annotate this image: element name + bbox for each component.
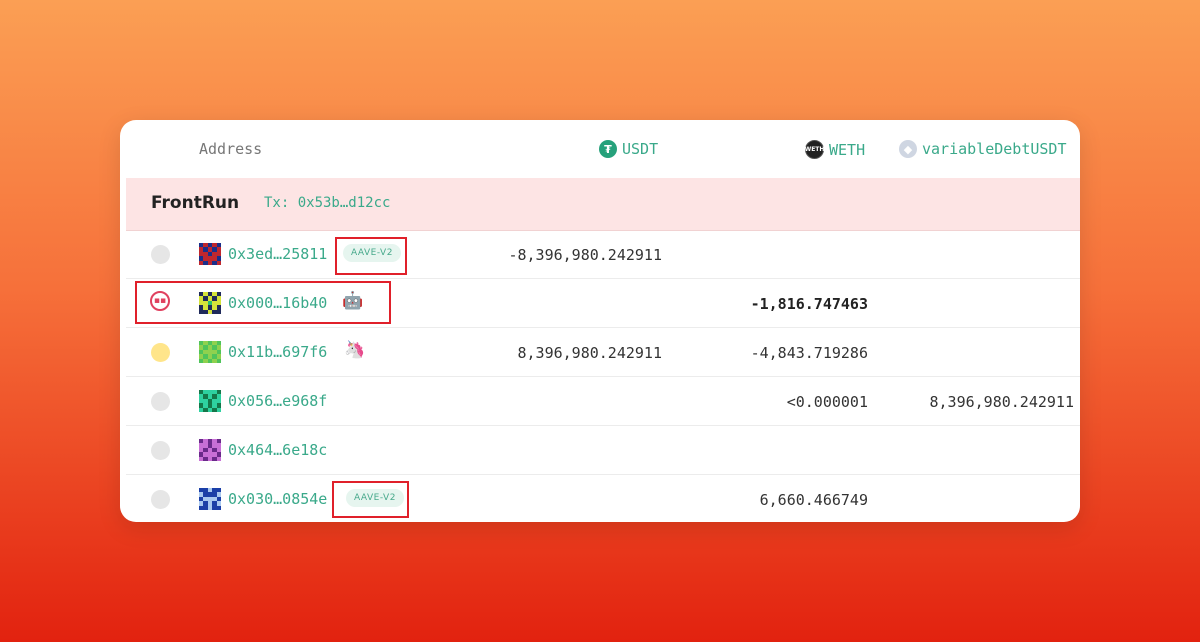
avatar — [199, 488, 221, 510]
unicorn-icon: 🦄 — [344, 340, 366, 360]
table-row: 0x464…6e18c — [126, 426, 1080, 475]
robot-icon: 🤖 — [342, 291, 364, 311]
address-link[interactable]: 0x11b…697f6 — [228, 343, 327, 361]
usdt-value: 8,396,980.242911 — [517, 344, 663, 362]
address-label-dot — [151, 392, 170, 411]
table-row: 0x056…e968f <0.000001 8,396,980.242911 — [126, 377, 1080, 426]
protocol-tag: AAVE-V2 — [343, 244, 401, 262]
group-title: FrontRun — [151, 193, 240, 213]
address-label-dot — [151, 245, 170, 264]
variable-debt-usdt-value: 8,396,980.242911 — [929, 393, 1075, 411]
bot-face-icon: ▪▪ — [150, 291, 170, 311]
weth-value: 6,660.466749 — [759, 491, 868, 509]
weth-value: -4,843.719286 — [750, 344, 868, 362]
weth-value: <0.000001 — [786, 393, 868, 411]
avatar — [199, 390, 221, 412]
table-row: 0x3ed…25811 AAVE-V2 -8,396,980.242911 — [126, 230, 1080, 279]
avatar — [199, 292, 221, 314]
avatar — [199, 439, 221, 461]
address-link[interactable]: 0x3ed…25811 — [228, 245, 327, 263]
address-label-dot — [151, 490, 170, 509]
table-row: ▪▪ 0x000…16b40 🤖 -1,816.747463 — [126, 279, 1080, 328]
avatar — [199, 341, 221, 363]
ethereum-icon: ◆ — [899, 140, 917, 158]
balance-change-table: Address ₮ USDT WETH WETH ◆ variableDebtU… — [120, 120, 1080, 522]
weth-icon: WETH — [805, 140, 824, 159]
table-header: Address ₮ USDT WETH WETH ◆ variableDebtU… — [120, 120, 1080, 178]
address-label-dot — [151, 441, 170, 460]
address-link[interactable]: 0x464…6e18c — [228, 441, 327, 459]
address-link[interactable]: 0x030…0854e — [228, 490, 327, 508]
transaction-link[interactable]: Tx: 0x53b…d12cc — [264, 195, 390, 211]
address-column-header: Address — [199, 140, 263, 158]
usdt-value: -8,396,980.242911 — [508, 246, 662, 264]
weth-value: -1,816.747463 — [750, 295, 868, 313]
weth-column-header[interactable]: WETH WETH — [805, 140, 865, 159]
tether-icon: ₮ — [599, 140, 617, 158]
address-label-dot — [151, 343, 170, 362]
address-link[interactable]: 0x000…16b40 — [228, 294, 327, 312]
avatar — [199, 243, 221, 265]
table-row: 0x11b…697f6 🦄 8,396,980.242911 -4,843.71… — [126, 328, 1080, 377]
variable-debt-usdt-column-header[interactable]: ◆ variableDebtUSDT — [899, 140, 1067, 158]
usdt-column-header[interactable]: ₮ USDT — [599, 140, 658, 158]
protocol-tag: AAVE-V2 — [346, 489, 404, 507]
table-row: 0x030…0854e AAVE-V2 6,660.466749 — [126, 475, 1080, 522]
frontrun-group-header: FrontRun Tx: 0x53b…d12cc — [126, 178, 1080, 231]
address-link[interactable]: 0x056…e968f — [228, 392, 327, 410]
